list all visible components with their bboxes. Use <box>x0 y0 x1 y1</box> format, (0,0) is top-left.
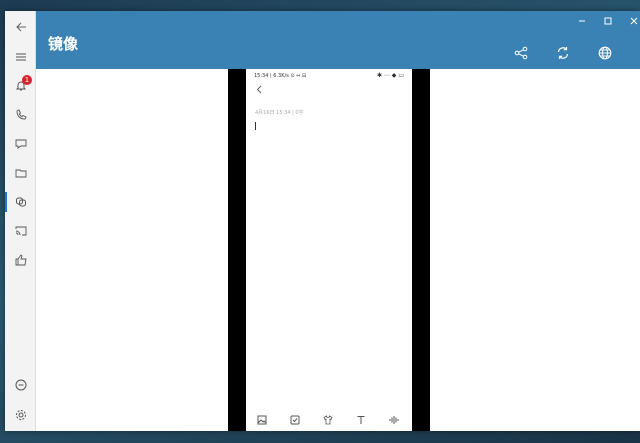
cast-button[interactable] <box>5 217 36 245</box>
note-meta: 4月16日 15:34 | 0字 <box>255 110 304 116</box>
checklist-tool[interactable] <box>288 413 302 427</box>
minus-circle-icon <box>15 379 26 391</box>
close-button[interactable] <box>625 14 640 28</box>
voice-wave-icon <box>389 416 399 424</box>
files-button[interactable] <box>5 159 36 187</box>
refresh-icon <box>557 47 569 59</box>
phone-screen[interactable]: 15:34 | 6.3K/s ⊙ ⇔ ⊟ ✱ ⋯ ◆ ▭ 4月16日 15:34… <box>246 69 412 431</box>
refresh-button[interactable] <box>555 45 571 61</box>
mirror-view: 15:34 | 6.3K/s ⊙ ⇔ ⊟ ✱ ⋯ ◆ ▭ 4月16日 15:34… <box>36 69 640 431</box>
phone-status-right: ✱ ⋯ ◆ ▭ <box>376 72 404 79</box>
menu-button[interactable] <box>5 43 36 71</box>
page-title: 镜像 <box>48 35 79 53</box>
app-window: 1 镜像 15:34 | 6.3K/s ⊙ ⇔ ⊟ ✱ ⋯ ◆ ▭ 4月16日 … <box>5 11 640 431</box>
text-cursor <box>255 122 256 130</box>
voice-tool[interactable] <box>387 413 401 427</box>
checkbox-icon <box>290 415 300 425</box>
note-toolbar <box>246 413 412 427</box>
minimize-button[interactable] <box>573 14 591 28</box>
text-icon <box>357 416 365 424</box>
theme-tool[interactable] <box>321 413 335 427</box>
folder-icon <box>15 169 26 178</box>
phone-status-left: 15:34 | 6.3K/s ⊙ ⇔ ⊟ <box>254 73 307 79</box>
maximize-button[interactable] <box>599 14 617 28</box>
settings-button[interactable] <box>5 401 36 429</box>
hamburger-menu-icon <box>15 53 26 61</box>
phone-icon <box>16 109 27 120</box>
back-button[interactable] <box>5 13 36 41</box>
chevron-left-icon <box>256 85 262 94</box>
mirror-icon <box>15 197 26 207</box>
shirt-icon <box>323 415 333 425</box>
back-arrow-icon <box>15 22 26 32</box>
close-icon <box>630 17 638 25</box>
sidebar: 1 <box>5 11 36 431</box>
image-icon <box>257 415 267 425</box>
minimize-icon <box>579 20 585 22</box>
share-button[interactable] <box>513 45 529 61</box>
cast-icon <box>15 226 26 236</box>
notification-badge: 1 <box>22 75 32 85</box>
messages-button[interactable] <box>5 130 36 158</box>
mirror-button[interactable] <box>5 188 36 216</box>
maximize-icon <box>604 17 612 25</box>
calls-button[interactable] <box>5 101 36 129</box>
title-bar: 镜像 <box>36 11 640 69</box>
thumbs-up-icon <box>15 254 27 266</box>
phone-mirror-frame: 15:34 | 6.3K/s ⊙ ⇔ ⊟ ✱ ⋯ ◆ ▭ 4月16日 15:34… <box>228 69 430 431</box>
language-button[interactable] <box>597 45 613 61</box>
gear-icon <box>15 410 26 420</box>
globe-icon <box>598 46 612 60</box>
disconnect-button[interactable] <box>5 371 36 399</box>
notifications-button[interactable]: 1 <box>5 72 36 100</box>
like-button[interactable] <box>5 246 36 274</box>
text-format-tool[interactable] <box>354 413 368 427</box>
phone-back-button[interactable] <box>256 85 263 97</box>
chat-bubble-icon <box>15 139 26 149</box>
share-icon <box>514 46 528 60</box>
image-tool[interactable] <box>255 413 269 427</box>
